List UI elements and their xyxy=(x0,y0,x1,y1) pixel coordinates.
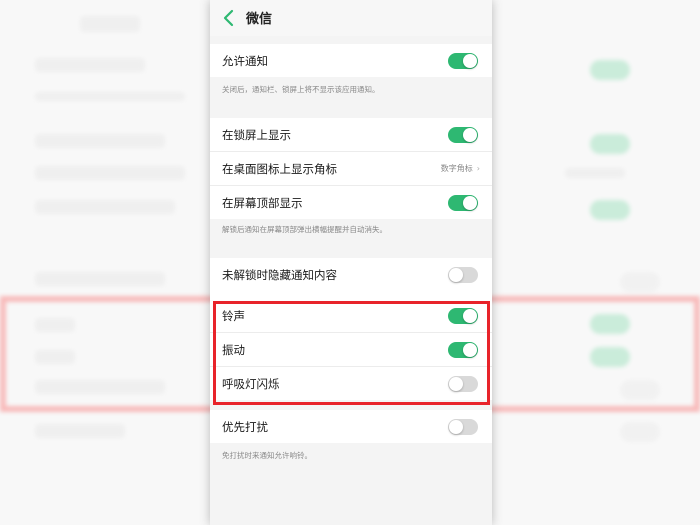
setting-label: 在锁屏上显示 xyxy=(222,128,291,142)
badge-style-value[interactable]: 数字角标 › xyxy=(441,163,480,174)
top-banner-toggle[interactable] xyxy=(448,195,478,211)
setting-note: 关闭后，通知栏、锁屏上将不显示该应用通知。 xyxy=(222,85,380,94)
title-bar: 微信 xyxy=(210,0,492,36)
lockscreen-display-toggle[interactable] xyxy=(448,127,478,143)
setting-label: 呼吸灯闪烁 xyxy=(222,377,280,391)
setting-row-breathing-light: 呼吸灯闪烁 xyxy=(210,366,492,400)
setting-row-badge[interactable]: 在桌面图标上显示角标 数字角标 › xyxy=(210,151,492,185)
setting-row-lockscreen: 在锁屏上显示 xyxy=(210,118,492,151)
setting-row-ringtone: 铃声 xyxy=(210,299,492,332)
setting-label: 振动 xyxy=(222,343,245,357)
page-title: 微信 xyxy=(246,12,273,27)
chevron-left-icon[interactable] xyxy=(222,8,236,28)
breathing-light-toggle[interactable] xyxy=(448,376,478,392)
settings-group-alerts: 未解锁时隐藏通知内容 铃声 振动 呼吸灯闪烁 xyxy=(210,258,492,400)
setting-label: 优先打扰 xyxy=(222,420,268,434)
hide-content-toggle[interactable] xyxy=(448,267,478,283)
allow-notifications-toggle[interactable] xyxy=(448,53,478,69)
vibrate-toggle[interactable] xyxy=(448,342,478,358)
setting-label: 在屏幕顶部显示 xyxy=(222,196,303,210)
setting-label: 允许通知 xyxy=(222,54,268,68)
setting-row-priority: 优先打扰 xyxy=(210,410,492,443)
setting-label: 铃声 xyxy=(222,309,245,323)
chevron-right-icon: › xyxy=(476,164,480,173)
setting-row-hide-content: 未解锁时隐藏通知内容 xyxy=(210,258,492,291)
setting-label: 在桌面图标上显示角标 xyxy=(222,162,337,176)
setting-note: 解锁后通知在屏幕顶部弹出横幅提醒并自动消失。 xyxy=(222,225,387,234)
ringtone-toggle[interactable] xyxy=(448,308,478,324)
settings-group-allow: 允许通知 xyxy=(210,44,492,77)
setting-row-allow-notifications: 允许通知 xyxy=(210,44,492,77)
settings-group-display: 在锁屏上显示 在桌面图标上显示角标 数字角标 › 在屏幕顶部显示 xyxy=(210,118,492,219)
setting-note: 免打扰时来通知允许响铃。 xyxy=(222,451,312,460)
priority-toggle[interactable] xyxy=(448,419,478,435)
setting-row-vibrate: 振动 xyxy=(210,332,492,366)
setting-row-top-banner: 在屏幕顶部显示 xyxy=(210,185,492,219)
phone-screen: 微信 允许通知 关闭后，通知栏、锁屏上将不显示该应用通知。 在锁屏上显示 在桌面… xyxy=(210,0,492,525)
settings-group-priority: 优先打扰 xyxy=(210,410,492,443)
setting-label: 未解锁时隐藏通知内容 xyxy=(222,268,337,282)
